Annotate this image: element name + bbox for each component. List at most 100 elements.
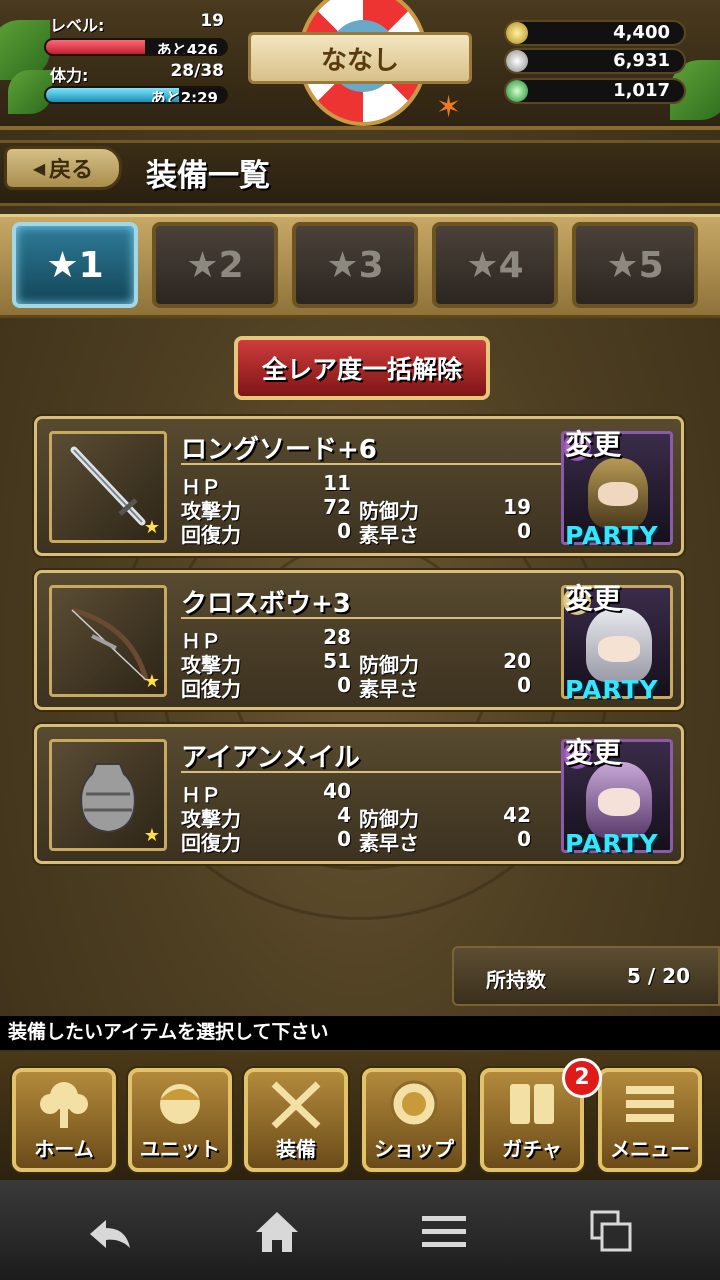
stat-row: 回復力 0 素早さ 0 — [181, 827, 541, 855]
possession-count: 所持数 5 / 20 — [452, 946, 720, 1006]
back-button[interactable]: ◀ 戻る — [4, 146, 122, 190]
stat-row: ＨＰ 11 — [181, 471, 541, 499]
spd-value: 0 — [517, 673, 531, 697]
stat-row: 攻撃力 4 防御力 42 — [181, 803, 541, 831]
atk-value: 4 — [337, 803, 351, 827]
gold-value: 4,400 — [613, 22, 670, 43]
rec-label: 回復力 — [181, 677, 241, 701]
party-badge: PARTY — [565, 521, 659, 550]
nav-shop-button[interactable]: ショップ — [362, 1068, 466, 1172]
tab-rarity-1[interactable]: ★1 — [12, 222, 138, 308]
stamina-value: 28/38 — [170, 61, 224, 81]
item-thumbnail: ★ — [49, 431, 167, 543]
shop-coin-icon — [390, 1080, 438, 1128]
stat-row: 攻撃力 51 防御力 20 — [181, 649, 541, 677]
level-label: レベル: — [50, 16, 105, 35]
item-thumbnail: ★ — [49, 585, 167, 697]
nav-home-button[interactable]: ホーム — [12, 1068, 116, 1172]
spd-value: 0 — [517, 827, 531, 851]
item-name: アイアンメイル — [181, 743, 360, 773]
def-value: 20 — [503, 649, 531, 673]
divider — [181, 617, 561, 619]
party-badge: PARTY — [565, 675, 659, 704]
nav-label: ホーム — [34, 1137, 94, 1161]
nav-menu-button[interactable]: メニュー — [598, 1068, 702, 1172]
stat-row: ＨＰ 40 — [181, 779, 541, 807]
iron-mail-icon — [80, 763, 136, 834]
level-value: 19 — [200, 11, 224, 31]
currency-gem: 1,017 — [504, 78, 686, 104]
rarity-star-icon: ★ — [143, 517, 160, 538]
crossed-swords-icon — [271, 1081, 321, 1129]
silver-value: 6,931 — [613, 50, 670, 71]
menu-list-icon — [626, 1086, 674, 1122]
stamina-label: 体力: — [50, 66, 89, 85]
unit-face-icon — [160, 1084, 200, 1124]
def-value: 19 — [503, 495, 531, 519]
exp-gauge: あと426 — [44, 38, 228, 56]
rec-label: 回復力 — [181, 523, 241, 547]
back-icon[interactable] — [86, 1216, 134, 1252]
gold-coin-icon — [506, 22, 528, 44]
equipment-card[interactable]: ★ ロングソード+6 ＨＰ 11 攻撃力 72 防御力 19 回復力 0 素早さ… — [34, 416, 684, 556]
stat-row: 回復力 0 素早さ 0 — [181, 673, 541, 701]
player-name: ななし — [248, 32, 472, 84]
hp-value: 28 — [323, 625, 351, 649]
silver-coin-icon — [506, 50, 528, 72]
change-label: 変更 — [565, 582, 622, 615]
menu-icon[interactable] — [422, 1214, 466, 1250]
tab-rarity-3[interactable]: ★3 — [292, 222, 418, 308]
divider — [181, 771, 561, 773]
possession-label: 所持数 — [486, 968, 546, 992]
stat-row: ＨＰ 28 — [181, 625, 541, 653]
tab-rarity-4[interactable]: ★4 — [432, 222, 558, 308]
home-icon[interactable] — [254, 1210, 300, 1254]
currency-silver: 6,931 — [504, 48, 686, 74]
rarity-star-icon: ★ — [143, 825, 160, 846]
rec-label: 回復力 — [181, 831, 241, 855]
atk-value: 72 — [323, 495, 351, 519]
item-name: ロングソード+6 — [181, 435, 377, 465]
stamina-remaining: あと2:29 — [150, 89, 218, 104]
nav-label: ショップ — [374, 1137, 454, 1161]
gacha-cards-icon — [510, 1084, 554, 1124]
divider — [181, 463, 561, 465]
atk-value: 51 — [323, 649, 351, 673]
nav-unit-button[interactable]: ユニット — [128, 1068, 232, 1172]
party-badge: PARTY — [565, 829, 659, 858]
nav-equipment-button[interactable]: 装備 — [244, 1068, 348, 1172]
hp-value: 40 — [323, 779, 351, 803]
spd-label: 素早さ — [359, 831, 419, 855]
nav-label: 装備 — [276, 1137, 316, 1161]
long-sword-icon — [70, 446, 146, 526]
rec-value: 0 — [337, 827, 351, 851]
def-value: 42 — [503, 803, 531, 827]
home-tree-icon — [40, 1082, 88, 1128]
hint-text: 装備したいアイテムを選択して下さい — [0, 1016, 720, 1050]
change-label: 変更 — [565, 428, 622, 461]
green-gem-icon — [506, 80, 528, 102]
spd-label: 素早さ — [359, 677, 419, 701]
equipment-card[interactable]: ★ アイアンメイル ＨＰ 40 攻撃力 4 防御力 42 回復力 0 素早さ 0… — [34, 724, 684, 864]
crossbow-icon — [71, 607, 149, 681]
item-name: クロスボウ+3 — [181, 589, 351, 619]
back-label: 戻る — [49, 158, 94, 183]
rec-value: 0 — [337, 519, 351, 543]
spd-label: 素早さ — [359, 523, 419, 547]
system-nav-bar — [0, 1180, 720, 1280]
gacha-notification-badge: 2 — [562, 1058, 602, 1098]
starfish-icon: ✶ — [436, 90, 462, 125]
page-title: 装備一覧 — [146, 158, 270, 194]
stat-row: 攻撃力 72 防御力 19 — [181, 495, 541, 523]
equipment-card[interactable]: ★ クロスボウ+3 ＨＰ 28 攻撃力 51 防御力 20 回復力 0 素早さ … — [34, 570, 684, 710]
rarity-star-icon: ★ — [143, 671, 160, 692]
nav-label: ガチャ — [502, 1137, 562, 1161]
recent-apps-icon[interactable] — [590, 1210, 634, 1254]
release-all-rarity-button[interactable]: 全レア度一括解除 — [234, 336, 490, 400]
item-thumbnail: ★ — [49, 739, 167, 851]
exp-remaining: あと426 — [156, 41, 218, 56]
nav-label: メニュー — [610, 1137, 690, 1161]
gem-value: 1,017 — [613, 80, 670, 101]
tab-rarity-5[interactable]: ★5 — [572, 222, 698, 308]
tab-rarity-2[interactable]: ★2 — [152, 222, 278, 308]
